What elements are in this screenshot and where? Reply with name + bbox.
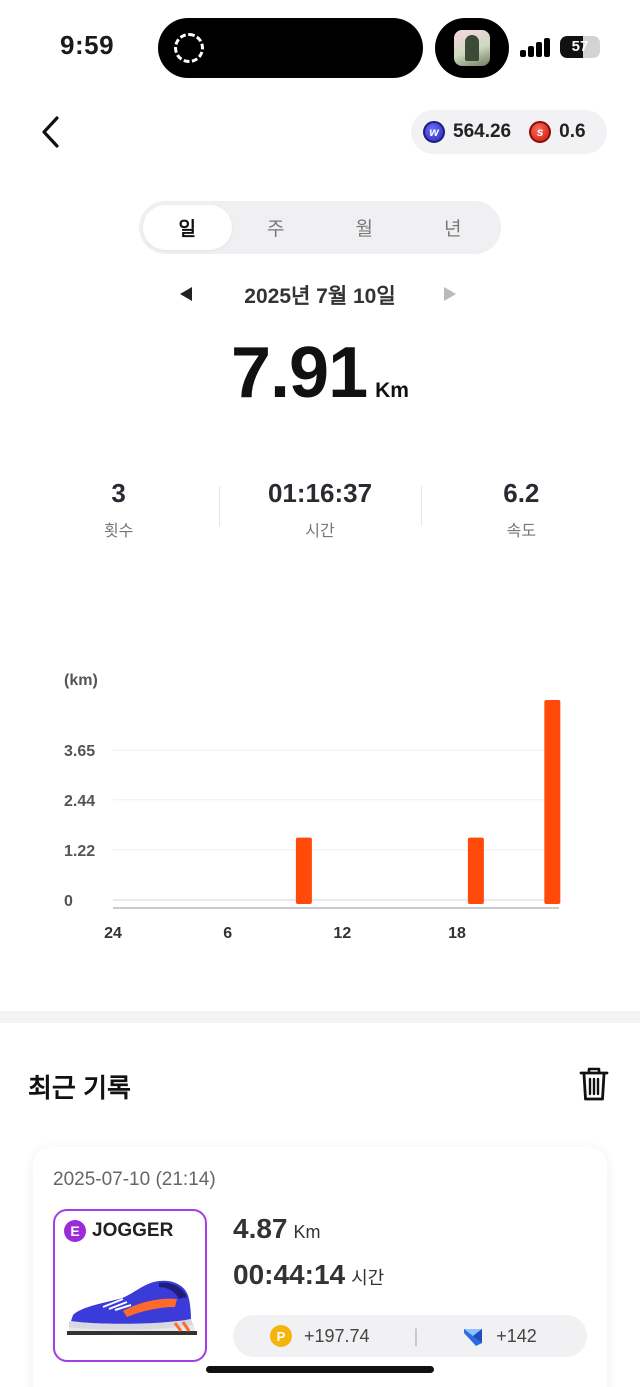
running-shoe-icon — [67, 1280, 197, 1335]
trash-icon — [579, 1067, 609, 1101]
stat-count-label: 횟수 — [103, 523, 134, 540]
y-tick-label: 2.44 — [64, 793, 95, 810]
stat-time-value: 01:16:37 — [267, 478, 373, 508]
y-axis-label: (km) — [64, 672, 98, 689]
next-date-icon[interactable] — [444, 287, 456, 301]
y-tick-label: 0 — [64, 893, 73, 910]
tab-week[interactable]: 주 — [232, 205, 321, 250]
battery-level: 57 — [571, 38, 589, 55]
battery-icon: 57 — [560, 36, 600, 58]
date-label: 2025년 7월 10일 — [244, 285, 396, 308]
daily-distance-chart: (km) 3.65 2.44 1.22 0 24 6 12 18 — [64, 672, 561, 942]
back-button[interactable] — [30, 110, 74, 154]
record-duration: 00:44:14 시간 — [233, 1259, 384, 1291]
recent-records-title: 최근 기록 — [28, 1073, 131, 1103]
record-duration-value: 00:44:14 — [233, 1259, 346, 1290]
stat-count-value: 3 — [111, 478, 126, 508]
status-time: 9:59 — [60, 30, 115, 60]
s-token-balance: 0.6 — [559, 121, 586, 142]
x-tick-label: 6 — [223, 925, 232, 942]
x-tick-label: 24 — [104, 925, 122, 942]
stat-speed: 6.2 속도 — [420, 478, 622, 548]
grade-badge-icon: E — [64, 1220, 86, 1242]
grade-label: JOGGER — [92, 1220, 174, 1241]
shoe-thumbnail[interactable]: E JOGGER — [53, 1209, 207, 1362]
p-coin-icon: P — [270, 1325, 292, 1347]
record-datetime: 2025-07-10 (21:14) — [53, 1169, 216, 1190]
y-tick-label: 1.22 — [64, 843, 95, 860]
period-tabs: 일 주 월 년 — [139, 201, 501, 254]
dynamic-island — [158, 18, 423, 78]
tab-month[interactable]: 월 — [320, 205, 409, 250]
activity-ring-icon — [174, 33, 204, 63]
distance-value: 7.91 — [231, 333, 368, 413]
chevron-left-icon — [42, 116, 59, 148]
record-card[interactable]: 2025-07-10 (21:14) E JOGGER 4.87 Km 00:44… — [33, 1147, 607, 1387]
dynamic-island-media — [435, 18, 509, 78]
distance-unit: Km — [375, 379, 409, 402]
stat-time: 01:16:37 시간 — [219, 478, 420, 548]
stats-row: 3 횟수 01:16:37 시간 6.2 속도 — [18, 478, 622, 548]
stat-time-label: 시간 — [305, 523, 335, 540]
record-distance-unit: Km — [293, 1222, 321, 1242]
w-token-icon: w — [423, 121, 445, 143]
x-tick-label: 18 — [448, 925, 466, 942]
chart-bar — [544, 700, 561, 904]
record-distance: 4.87 Km — [233, 1213, 321, 1245]
reward-points: +197.74 — [304, 1325, 370, 1346]
wallet-balance[interactable]: w 564.26 s 0.6 — [411, 110, 607, 154]
record-duration-unit: 시간 — [351, 1268, 385, 1288]
stat-speed-value: 6.2 — [503, 478, 540, 508]
record-distance-value: 4.87 — [233, 1213, 288, 1244]
reward-gems: +142 — [496, 1325, 537, 1346]
tab-day[interactable]: 일 — [143, 205, 232, 250]
media-thumbnail — [454, 30, 490, 66]
gem-icon — [464, 1329, 483, 1346]
stat-count: 3 횟수 — [18, 478, 219, 548]
signal-icon — [520, 37, 552, 57]
w-token-balance: 564.26 — [453, 121, 512, 142]
date-navigator: 2025년 7월 10일 — [0, 280, 640, 312]
prev-date-icon[interactable] — [180, 287, 192, 301]
tab-year[interactable]: 년 — [409, 205, 498, 250]
chart-bar — [295, 837, 312, 904]
chart-bar — [467, 837, 484, 904]
stat-speed-label: 속도 — [506, 523, 537, 540]
shoe-grade: E JOGGER — [64, 1220, 173, 1242]
delete-button[interactable] — [574, 1064, 614, 1104]
total-distance: 7.91 Km — [0, 332, 640, 414]
reward-bar: P +197.74 | +142 — [233, 1315, 587, 1357]
home-indicator — [206, 1366, 434, 1373]
s-token-icon: s — [529, 121, 552, 143]
section-divider — [0, 1011, 640, 1023]
reward-separator: | — [413, 1325, 419, 1346]
x-tick-label: 12 — [333, 925, 351, 942]
y-tick-label: 3.65 — [64, 743, 95, 760]
